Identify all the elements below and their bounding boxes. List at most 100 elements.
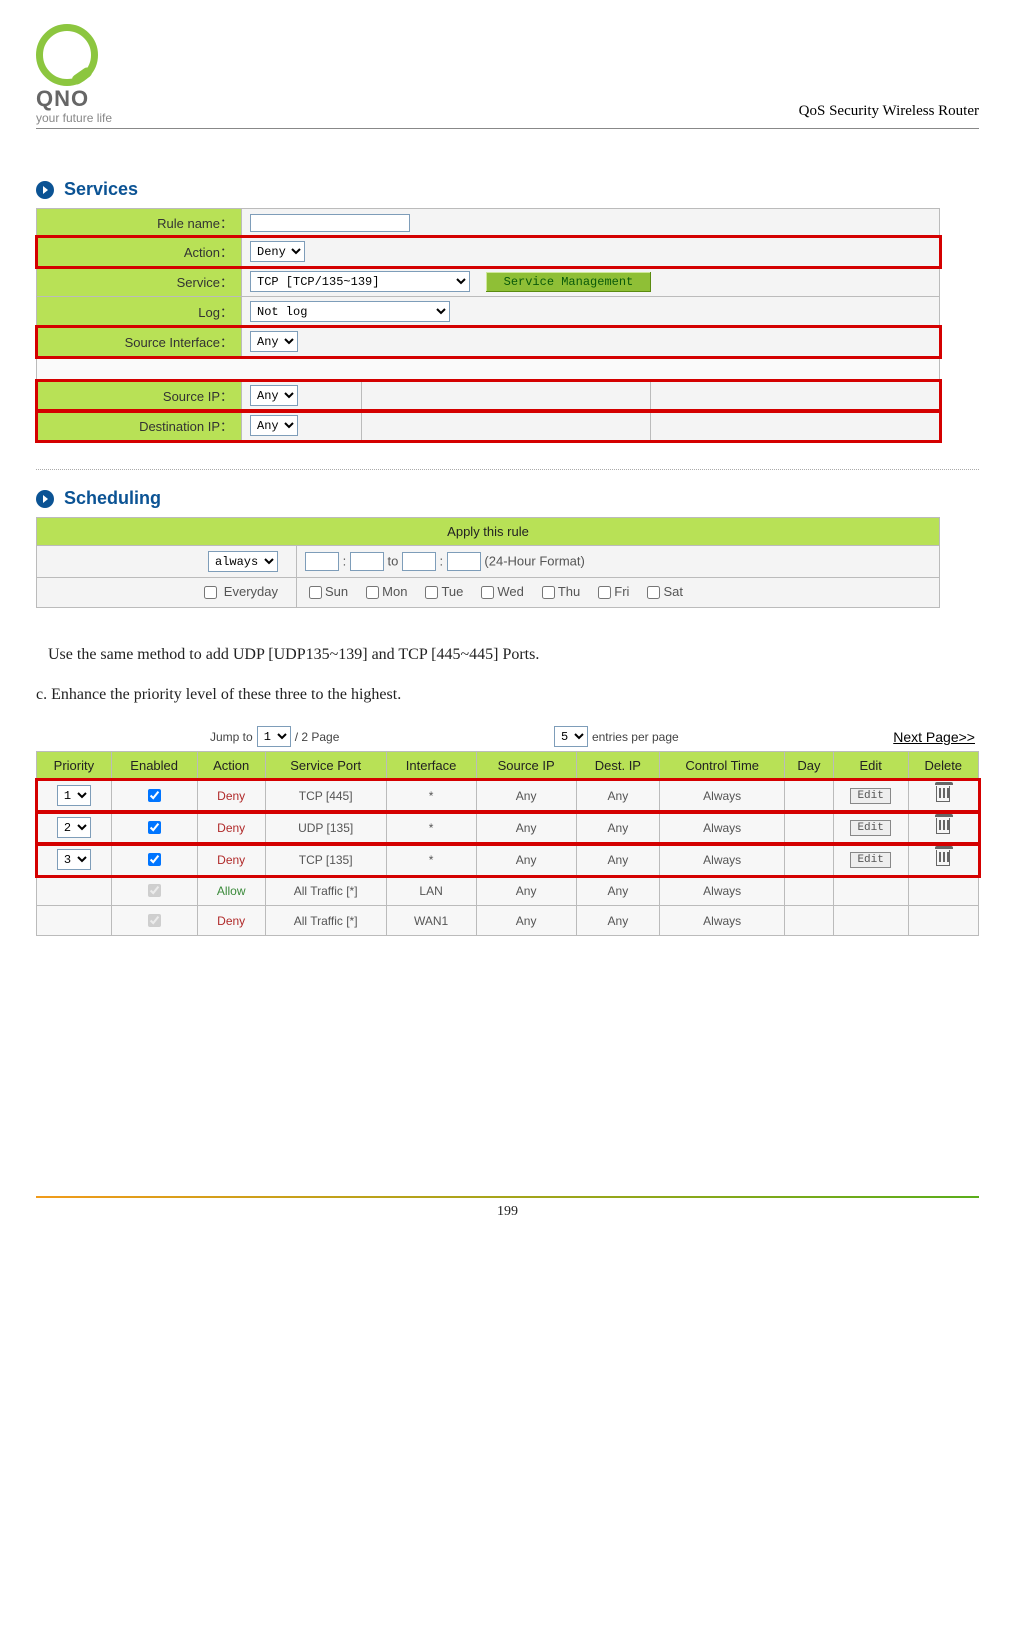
dest-ip-select[interactable]: Any <box>250 415 298 436</box>
day-checkbox-mon[interactable] <box>366 586 379 599</box>
scheduling-header: Apply this rule <box>37 518 940 546</box>
src-cell: Any <box>476 812 576 844</box>
time-from-hh[interactable] <box>305 552 339 571</box>
arrow-right-icon <box>36 490 54 508</box>
day-label: Fri <box>614 584 629 599</box>
time-to-mm[interactable] <box>447 552 481 571</box>
time-from-mm[interactable] <box>350 552 384 571</box>
dst-cell: Any <box>576 812 660 844</box>
priority-select[interactable]: 2 <box>57 817 91 838</box>
services-form: Rule name： Action： Deny Service： TCP [TC… <box>36 208 940 441</box>
iface-cell: LAN <box>386 876 476 906</box>
priority-section: Jump to 1 / 2 Page 5 entries per page Ne… <box>36 726 979 936</box>
document-title: QoS Security Wireless Router <box>799 103 979 124</box>
edit-button[interactable]: Edit <box>850 852 890 868</box>
enabled-checkbox[interactable] <box>148 821 161 834</box>
day-label: Sun <box>325 584 348 599</box>
section-services-header: Services <box>36 179 979 200</box>
action-cell: Deny <box>197 844 265 876</box>
service-select[interactable]: TCP [TCP/135~139] <box>250 271 470 292</box>
enabled-checkbox[interactable] <box>148 789 161 802</box>
priority-select[interactable]: 1 <box>57 785 91 806</box>
to-label: to <box>387 554 398 569</box>
action-select[interactable]: Deny <box>250 241 305 262</box>
ctime-cell: Always <box>660 844 785 876</box>
day-cell <box>785 876 834 906</box>
priority-header: Service Port <box>265 752 386 780</box>
edit-button[interactable]: Edit <box>850 820 890 836</box>
src-cell: Any <box>476 844 576 876</box>
dest-ip-label: Destination IP： <box>37 411 242 441</box>
action-cell: Deny <box>197 780 265 812</box>
service-label: Service： <box>37 267 242 297</box>
port-cell: TCP [445] <box>265 780 386 812</box>
day-cell <box>785 906 834 936</box>
enabled-checkbox <box>148 914 161 927</box>
priority-header: Source IP <box>476 752 576 780</box>
table-row: 3DenyTCP [135]*AnyAnyAlwaysEdit <box>37 844 979 876</box>
next-page-link[interactable]: Next Page>> <box>893 729 975 745</box>
port-cell: UDP [135] <box>265 812 386 844</box>
day-checkbox-wed[interactable] <box>481 586 494 599</box>
priority-header: Interface <box>386 752 476 780</box>
ctime-cell: Always <box>660 906 785 936</box>
paragraph-2: c. Enhance the priority level of these t… <box>36 686 979 704</box>
section-scheduling-header: Scheduling <box>36 488 979 509</box>
iface-cell: * <box>386 812 476 844</box>
day-checkbox-fri[interactable] <box>598 586 611 599</box>
entries-label: entries per page <box>592 730 679 744</box>
src-cell: Any <box>476 876 576 906</box>
source-ip-label: Source IP： <box>37 381 242 411</box>
enabled-checkbox[interactable] <box>148 853 161 866</box>
page-number: 199 <box>36 1204 979 1220</box>
logo: QNO your future life <box>36 24 146 124</box>
priority-header: Action <box>197 752 265 780</box>
priority-header: Dest. IP <box>576 752 660 780</box>
dst-cell: Any <box>576 876 660 906</box>
day-checkbox-sun[interactable] <box>309 586 322 599</box>
trash-icon[interactable] <box>936 818 950 834</box>
ctime-cell: Always <box>660 780 785 812</box>
port-cell: All Traffic [*] <box>265 906 386 936</box>
divider <box>36 469 979 470</box>
entries-select[interactable]: 5 <box>554 726 588 747</box>
logo-q-icon <box>36 24 98 86</box>
everyday-checkbox[interactable] <box>204 586 217 599</box>
source-ip-select[interactable]: Any <box>250 385 298 406</box>
action-cell: Deny <box>197 812 265 844</box>
source-interface-label: Source Interface： <box>37 327 242 357</box>
trash-icon[interactable] <box>936 786 950 802</box>
spacer-row <box>37 357 940 381</box>
day-checkbox-sat[interactable] <box>647 586 660 599</box>
source-ip-extra2 <box>651 381 940 411</box>
edit-button[interactable]: Edit <box>850 788 890 804</box>
day-checkbox-thu[interactable] <box>542 586 555 599</box>
everyday-label: Everyday <box>224 584 278 599</box>
service-management-button[interactable]: Service Management <box>486 272 652 292</box>
logo-subtitle: your future life <box>36 112 146 124</box>
rule-name-input[interactable] <box>250 214 410 232</box>
source-interface-select[interactable]: Any <box>250 331 298 352</box>
action-label: Action： <box>37 237 242 267</box>
action-cell: Allow <box>197 876 265 906</box>
day-checkbox-tue[interactable] <box>425 586 438 599</box>
trash-icon[interactable] <box>936 850 950 866</box>
paragraph-1: Use the same method to add UDP [UDP135~1… <box>48 646 979 664</box>
table-row: 1DenyTCP [445]*AnyAnyAlwaysEdit <box>37 780 979 812</box>
priority-header: Day <box>785 752 834 780</box>
priority-select[interactable]: 3 <box>57 849 91 870</box>
enabled-checkbox <box>148 884 161 897</box>
time-to-hh[interactable] <box>402 552 436 571</box>
table-row: DenyAll Traffic [*]WAN1AnyAnyAlways <box>37 906 979 936</box>
jump-to-select[interactable]: 1 <box>257 726 291 747</box>
src-cell: Any <box>476 780 576 812</box>
log-select[interactable]: Not log <box>250 301 450 322</box>
day-label: Thu <box>558 584 580 599</box>
footer-rule <box>36 1196 979 1198</box>
dest-ip-extra2 <box>651 411 940 441</box>
priority-header: Control Time <box>660 752 785 780</box>
day-label: Mon <box>382 584 407 599</box>
iface-cell: * <box>386 780 476 812</box>
scheduling-mode-select[interactable]: always <box>208 551 278 572</box>
time-format-label: (24-Hour Format) <box>484 554 584 569</box>
